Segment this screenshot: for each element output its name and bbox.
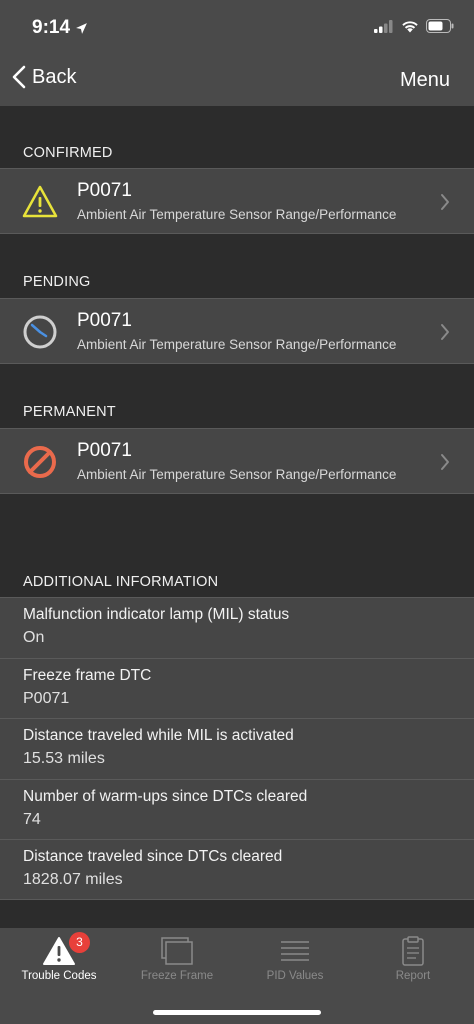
info-row-distance-cleared: Distance traveled since DTCs cleared 182… — [0, 839, 474, 900]
trouble-codes-badge: 3 — [69, 932, 90, 953]
tab-label: Report — [395, 970, 431, 982]
dtc-row-confirmed[interactable]: P0071 Ambient Air Temperature Sensor Ran… — [0, 168, 474, 234]
info-row-warm-ups: Number of warm-ups since DTCs cleared 74 — [0, 779, 474, 840]
tab-trouble-codes[interactable]: 3 Trouble Codes — [0, 928, 118, 990]
dtc-code: P0071 — [77, 440, 132, 461]
menu-button[interactable]: Menu — [400, 69, 450, 92]
info-value: 1828.07 miles — [23, 871, 123, 888]
wifi-icon — [402, 20, 418, 32]
info-row-mil-status: Malfunction indicator lamp (MIL) status … — [0, 597, 474, 658]
info-label: Distance traveled since DTCs cleared — [23, 848, 283, 865]
back-label: Back — [32, 65, 77, 88]
status-icons — [374, 19, 454, 33]
info-label: Number of warm-ups since DTCs cleared — [23, 788, 308, 805]
info-label: Distance traveled while MIL is activated — [23, 727, 294, 744]
status-bar: 9:14 — [0, 0, 474, 52]
dtc-description: Ambient Air Temperature Sensor Range/Per… — [77, 337, 397, 352]
chevron-right-icon — [441, 324, 449, 340]
tab-label: Trouble Codes — [21, 970, 97, 982]
info-row-freeze-frame-dtc: Freeze frame DTC P0071 — [0, 658, 474, 719]
dtc-row-pending[interactable]: P0071 Ambient Air Temperature Sensor Ran… — [0, 298, 474, 364]
trouble-codes-content: CONFIRMED P0071 Ambient Air Temperature … — [0, 106, 474, 928]
info-value: P0071 — [23, 690, 70, 707]
warning-triangle-icon — [22, 185, 58, 218]
tab-freeze-frame[interactable]: Freeze Frame — [118, 928, 236, 990]
dtc-code: P0071 — [77, 180, 132, 201]
tab-label: Freeze Frame — [140, 970, 214, 982]
time-text: 9:14 — [32, 17, 71, 38]
status-time: 9:14 — [32, 17, 88, 39]
clipboard-icon — [402, 936, 424, 966]
chevron-right-icon — [441, 454, 449, 470]
info-label: Freeze frame DTC — [23, 667, 152, 684]
section-header-pending: PENDING — [23, 274, 91, 290]
dtc-row-permanent[interactable]: P0071 Ambient Air Temperature Sensor Ran… — [0, 428, 474, 494]
dtc-description: Ambient Air Temperature Sensor Range/Per… — [77, 207, 397, 222]
info-label: Malfunction indicator lamp (MIL) status — [23, 606, 290, 623]
chevron-right-icon — [441, 194, 449, 210]
clock-icon — [23, 315, 57, 349]
divider — [0, 899, 474, 900]
dtc-code: P0071 — [77, 310, 132, 331]
navigation-bar: Back Menu — [0, 52, 474, 106]
section-header-permanent: PERMANENT — [23, 404, 116, 420]
info-row-distance-mil: Distance traveled while MIL is activated… — [0, 718, 474, 779]
info-value: 15.53 miles — [23, 750, 105, 767]
dtc-description: Ambient Air Temperature Sensor Range/Per… — [77, 467, 397, 482]
section-header-additional: ADDITIONAL INFORMATION — [23, 574, 219, 590]
chevron-left-icon — [12, 65, 26, 89]
back-button[interactable]: Back — [12, 65, 76, 89]
info-value: 74 — [23, 811, 41, 828]
tab-bar: 3 Trouble Codes Freeze Frame PID Values … — [0, 928, 474, 1024]
section-header-confirmed: CONFIRMED — [23, 145, 113, 161]
location-arrow-icon — [76, 22, 87, 34]
tab-label: PID Values — [266, 970, 324, 982]
tab-report[interactable]: Report — [354, 928, 472, 990]
info-value: On — [23, 629, 45, 646]
tab-pid-values[interactable]: PID Values — [236, 928, 354, 990]
frames-icon — [161, 937, 193, 965]
list-icon — [281, 941, 309, 961]
home-indicator[interactable] — [153, 1010, 321, 1015]
signal-icon — [374, 19, 393, 33]
battery-icon — [426, 19, 454, 33]
prohibited-icon — [24, 446, 56, 478]
